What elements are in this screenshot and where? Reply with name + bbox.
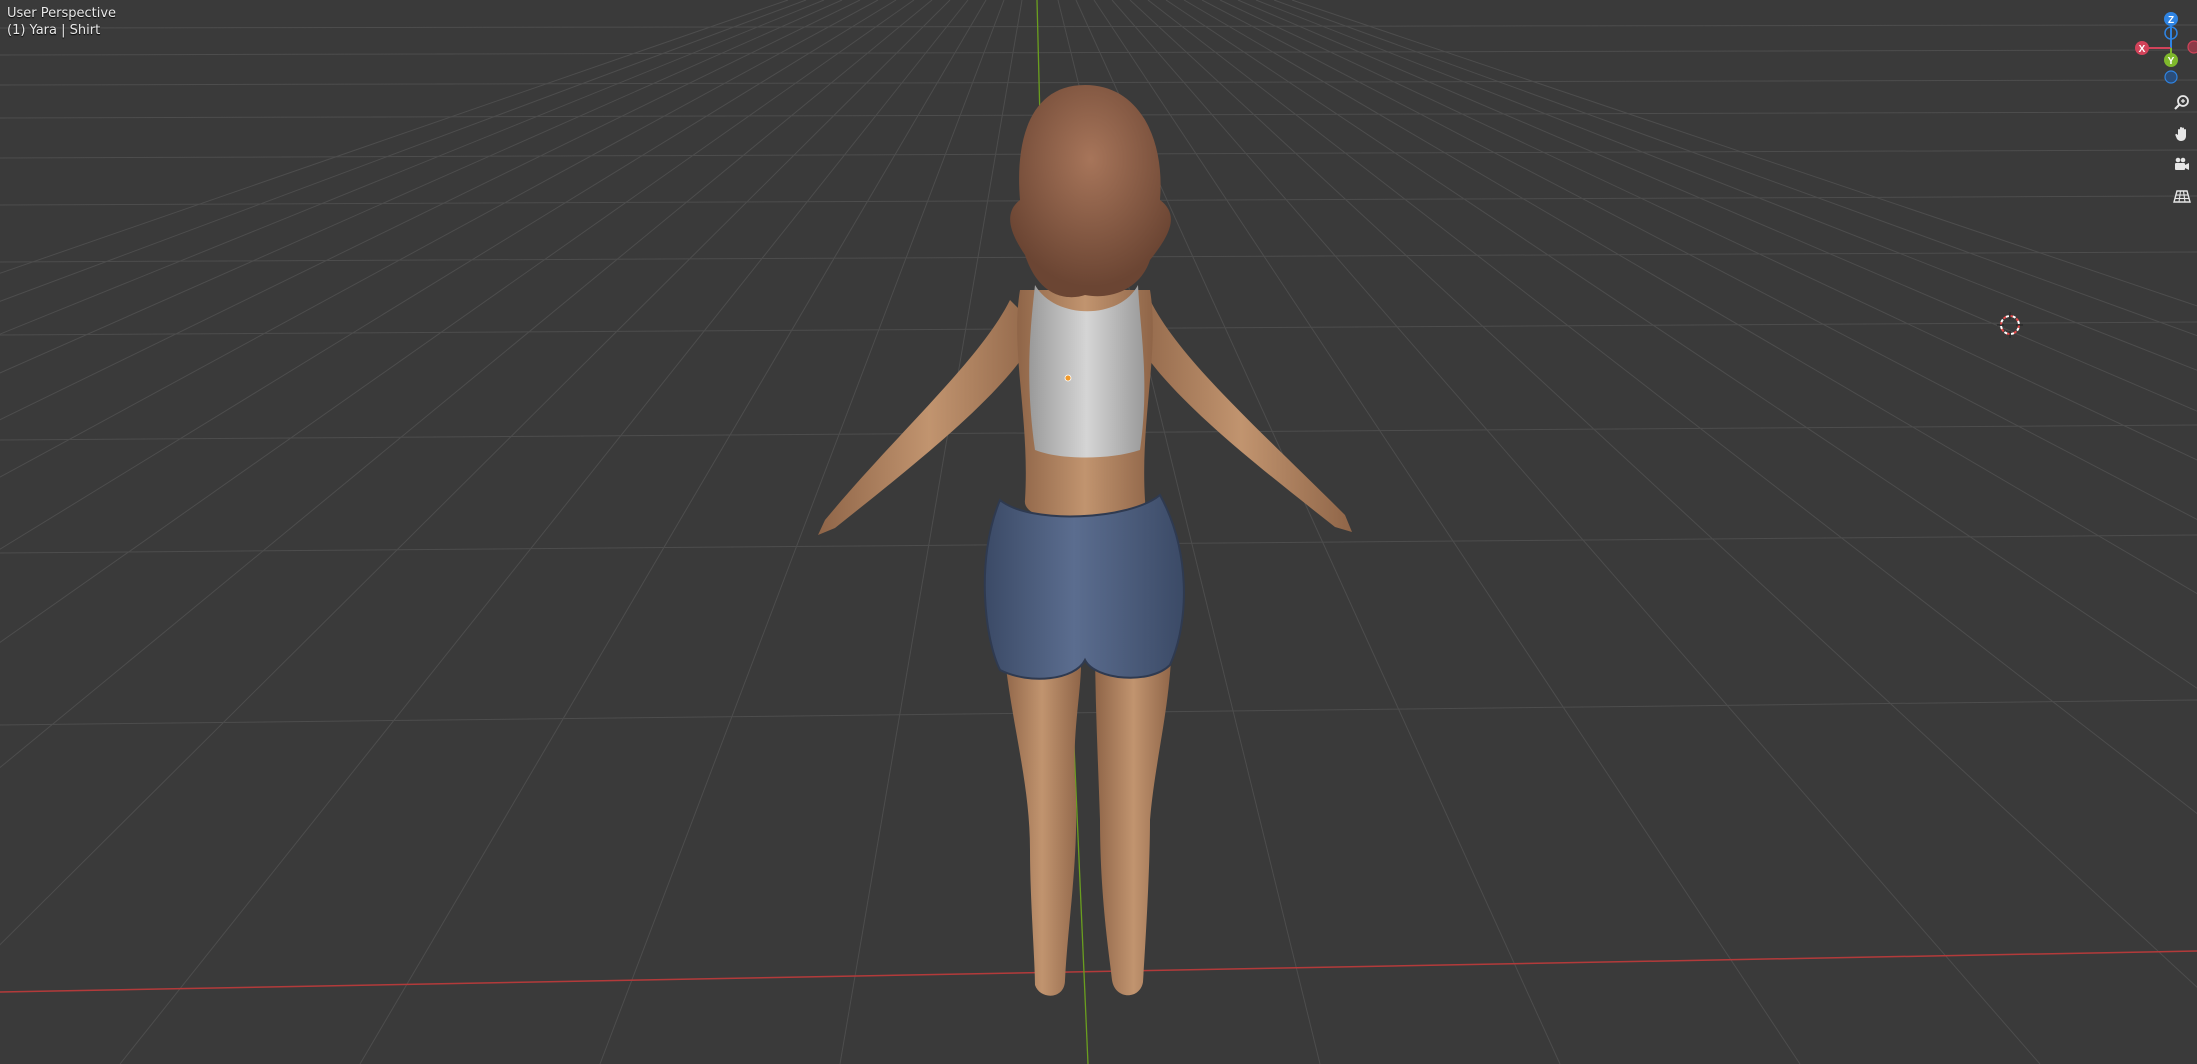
zoom-icon <box>2174 95 2189 110</box>
grid-line <box>1255 0 2197 371</box>
y-axis-line-far <box>1036 0 1041 121</box>
grid-line <box>599 0 1005 1064</box>
grid-line <box>0 0 879 478</box>
grid-line <box>1219 0 2197 461</box>
right-arm <box>1130 300 1352 532</box>
grid-line <box>1273 0 2197 337</box>
character-model[interactable] <box>818 85 1352 996</box>
grid-line <box>1147 0 2197 815</box>
grid-line <box>1291 0 2197 307</box>
grid-line <box>0 0 951 946</box>
grid-line <box>0 0 897 550</box>
grid-line <box>0 0 915 643</box>
grid-line <box>1093 0 1801 1064</box>
camera-view-icon <box>2175 157 2189 170</box>
grid-line <box>0 79 2197 86</box>
grid-line <box>1165 0 2197 689</box>
grid-line <box>0 0 843 374</box>
svg-text:Y: Y <box>2168 56 2175 67</box>
hair <box>1010 85 1171 298</box>
grid-line <box>0 0 807 302</box>
grid-line <box>0 0 789 274</box>
pan-button[interactable] <box>2169 121 2195 147</box>
grid-line <box>1183 0 2197 595</box>
axis-x-button[interactable]: X <box>2135 41 2149 55</box>
left-arm <box>818 300 1040 535</box>
grid-line <box>1237 0 2197 412</box>
navigation-gizmo[interactable]: Z X Y <box>2107 0 2197 90</box>
axis-z-button[interactable]: Z <box>2164 12 2178 26</box>
camera-view-button[interactable] <box>2169 152 2195 178</box>
grid-line <box>359 0 987 1064</box>
axis-y-button[interactable]: Y <box>2164 53 2178 67</box>
grid-line <box>1201 0 2197 521</box>
axis-y-negative-button[interactable] <box>2164 70 2178 84</box>
object-origin <box>1064 374 1072 382</box>
pan-hand-icon <box>2175 127 2186 141</box>
x-axis-line <box>0 950 2197 993</box>
3d-cursor-icon[interactable] <box>1995 310 2025 340</box>
object-info: (1) Yara | Shirt <box>7 23 101 38</box>
view-name: User Perspective <box>7 6 117 21</box>
zoom-button[interactable] <box>2169 90 2195 116</box>
shorts <box>983 493 1185 680</box>
perspective-toggle-icon <box>2173 190 2191 203</box>
grid-line <box>0 0 933 769</box>
grid-line <box>1111 0 2041 1064</box>
axis-x-negative-button[interactable] <box>2187 40 2197 54</box>
grid-line <box>0 0 825 335</box>
grid-line <box>1129 0 2197 988</box>
grid-line <box>0 49 2197 56</box>
left-leg <box>1003 640 1082 996</box>
svg-text:Z: Z <box>2168 15 2174 26</box>
viewport-scene[interactable] <box>0 0 2197 1064</box>
perspective-toggle-button[interactable] <box>2169 183 2195 209</box>
grid-line <box>119 0 969 1064</box>
svg-text:X: X <box>2139 44 2146 55</box>
grid-line <box>0 24 2197 29</box>
3d-viewport[interactable]: User Perspective (1) Yara | Shirt Z X Y <box>0 0 2197 1064</box>
right-leg <box>1095 640 1172 996</box>
